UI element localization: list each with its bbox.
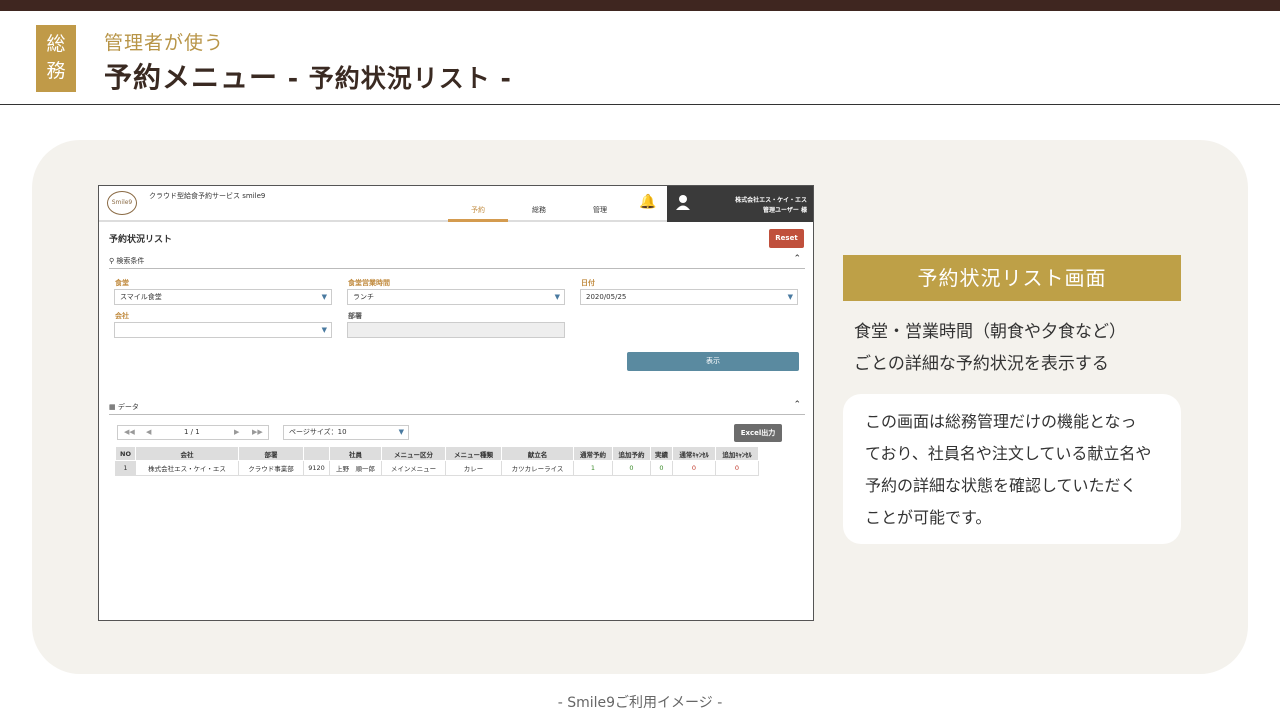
company-label: 会社 [115,312,129,320]
table-header: メニュー種類 [445,446,502,461]
category-badge: 総 務 [36,25,76,92]
table-header: 部署 [238,446,304,461]
cafeteria-select[interactable]: スマイル食堂 ▼ [114,289,332,305]
search-section-label: 検索条件 [116,257,145,265]
user-menu[interactable]: 株式会社エス・ケイ・エス 管理ユーザー 様 [667,186,813,222]
category-line-2: 務 [46,60,66,82]
tab-reserve[interactable]: 予約 [448,205,508,222]
smile9-logo: Smile9 [107,191,137,215]
date-select[interactable]: 2020/05/25 ▼ [580,289,798,305]
table-header: 献立名 [501,446,574,461]
chevron-down-icon: ▼ [554,293,560,301]
table-cell: 0 [715,460,759,476]
table-header: 実績 [650,446,673,461]
chevron-up-icon[interactable]: ⌃ [793,400,801,410]
pager: ◀◀ ◀ 1 / 1 ▶ ▶▶ [117,425,269,440]
info-desc-line: ごとの詳細な予約状況を表示する [854,354,1109,374]
table-cell: 株式会社エス・ケイ・エス [135,460,239,476]
prev-page-icon[interactable]: ◀ [146,426,151,439]
data-section-header[interactable]: ▦ データ ⌃ [109,400,805,415]
search-section-header[interactable]: ⚲ 検索条件 ⌃ [109,254,805,269]
table-header-row: NO 会社 部署 社員 メニュー区分 メニュー種類 献立名 通常予約 追加予約 … [115,446,759,461]
page-size-select[interactable]: ページサイズ：10 ▼ [283,425,409,440]
bell-icon[interactable]: 🔔 [639,194,656,210]
table-cell: メインメニュー [381,460,446,476]
hours-value: ランチ [353,293,374,301]
tab-general-affairs[interactable]: 総務 [509,205,569,222]
cafeteria-value: スマイル食堂 [120,293,162,301]
chevron-down-icon: ▼ [321,293,327,301]
info-card-line: ことが可能です。 [865,508,992,527]
table-cell: カツカレーライス [501,460,574,476]
chevron-down-icon: ▼ [787,293,793,301]
table-cell: クラウド事業部 [238,460,304,476]
table-header: 追加ｷｬﾝｾﾙ [715,446,759,461]
user-company: 株式会社エス・ケイ・エス [735,197,807,204]
table-cell: カレー [445,460,502,476]
table-header: NO [115,446,136,461]
category-line-1: 総 [46,33,66,55]
table-cell: 1 [115,460,136,476]
table-cell: 上野 順一郎 [329,460,382,476]
first-page-icon[interactable]: ◀◀ [124,426,135,439]
table-cell: 9120 [303,460,330,476]
search-icon: ⚲ [109,257,115,265]
cafeteria-label: 食堂 [115,279,129,287]
excel-export-button[interactable]: Excel出力 [734,424,782,442]
top-bar [0,0,1280,11]
page-subtitle: 管理者が使う [104,32,225,54]
header-divider [0,104,1280,105]
table-header: 通常ｷｬﾝｾﾙ [672,446,716,461]
info-description: 食堂・営業時間（朝食や夕食など） ごとの詳細な予約状況を表示する [854,316,1174,380]
company-select[interactable]: ▼ [114,322,332,338]
next-page-icon[interactable]: ▶ [234,426,239,439]
app-screenshot: Smile9 クラウド型給食予約サービス smile9 予約 総務 管理 🔔 株… [98,185,814,621]
info-desc-line: 食堂・営業時間（朝食や夕食など） [854,322,1126,342]
footer-caption: - Smile9ご利用イメージ - [557,695,723,711]
info-card-line: 予約の詳細な状態を確認していただく [865,476,1137,495]
chevron-down-icon: ▼ [398,428,404,436]
chevron-up-icon[interactable]: ⌃ [793,254,801,264]
table-header: 追加予約 [612,446,651,461]
page-indicator: 1 / 1 [184,428,200,436]
date-label: 日付 [581,279,595,287]
page-size-value: ページサイズ：10 [289,428,347,436]
page-title-suffix: - 予約状況リスト - [278,64,512,93]
dept-label: 部署 [348,312,362,320]
hours-select[interactable]: ランチ ▼ [347,289,565,305]
table-header: 社員 [329,446,382,461]
info-title: 予約状況リスト画面 [843,255,1181,301]
show-button[interactable]: 表示 [627,352,799,371]
user-role: 管理ユーザー 様 [763,207,807,214]
info-card-line: ており、社員名や注文している献立名や [865,444,1152,463]
table-cell: 0 [672,460,716,476]
app-header: Smile9 クラウド型給食予約サービス smile9 予約 総務 管理 🔔 株… [99,186,813,222]
chevron-down-icon: ▼ [321,326,327,334]
info-card: この画面は総務管理だけの機能となっ ており、社員名や注文している献立名や 予約の… [843,394,1181,544]
table-cell: 0 [612,460,651,476]
screen-page-name: 予約状況リスト [109,235,173,245]
page-title-main: 予約メニュー [104,61,279,94]
data-section-label: データ [117,403,139,411]
table-cell: 0 [650,460,673,476]
user-icon [675,194,691,214]
tab-admin[interactable]: 管理 [570,205,630,222]
table-row[interactable]: 1 株式会社エス・ケイ・エス クラウド事業部 9120 上野 順一郎 メインメニ… [115,460,759,476]
grid-icon: ▦ [109,403,116,411]
last-page-icon[interactable]: ▶▶ [252,426,263,439]
info-card-line: この画面は総務管理だけの機能となっ [865,412,1137,431]
table-header: メニュー区分 [381,446,446,461]
table-header [303,446,330,461]
reservation-table: NO 会社 部署 社員 メニュー区分 メニュー種類 献立名 通常予約 追加予約 … [115,446,759,476]
table-cell: 1 [573,460,613,476]
table-header: 通常予約 [573,446,613,461]
hours-label: 食堂営業時間 [348,279,390,287]
page-title: 予約メニュー - 予約状況リスト - [104,56,512,96]
reset-button[interactable]: Reset [769,229,804,248]
date-value: 2020/05/25 [586,293,627,301]
service-name: クラウド型給食予約サービス smile9 [149,192,266,200]
dept-field [347,322,565,338]
table-header: 会社 [135,446,239,461]
